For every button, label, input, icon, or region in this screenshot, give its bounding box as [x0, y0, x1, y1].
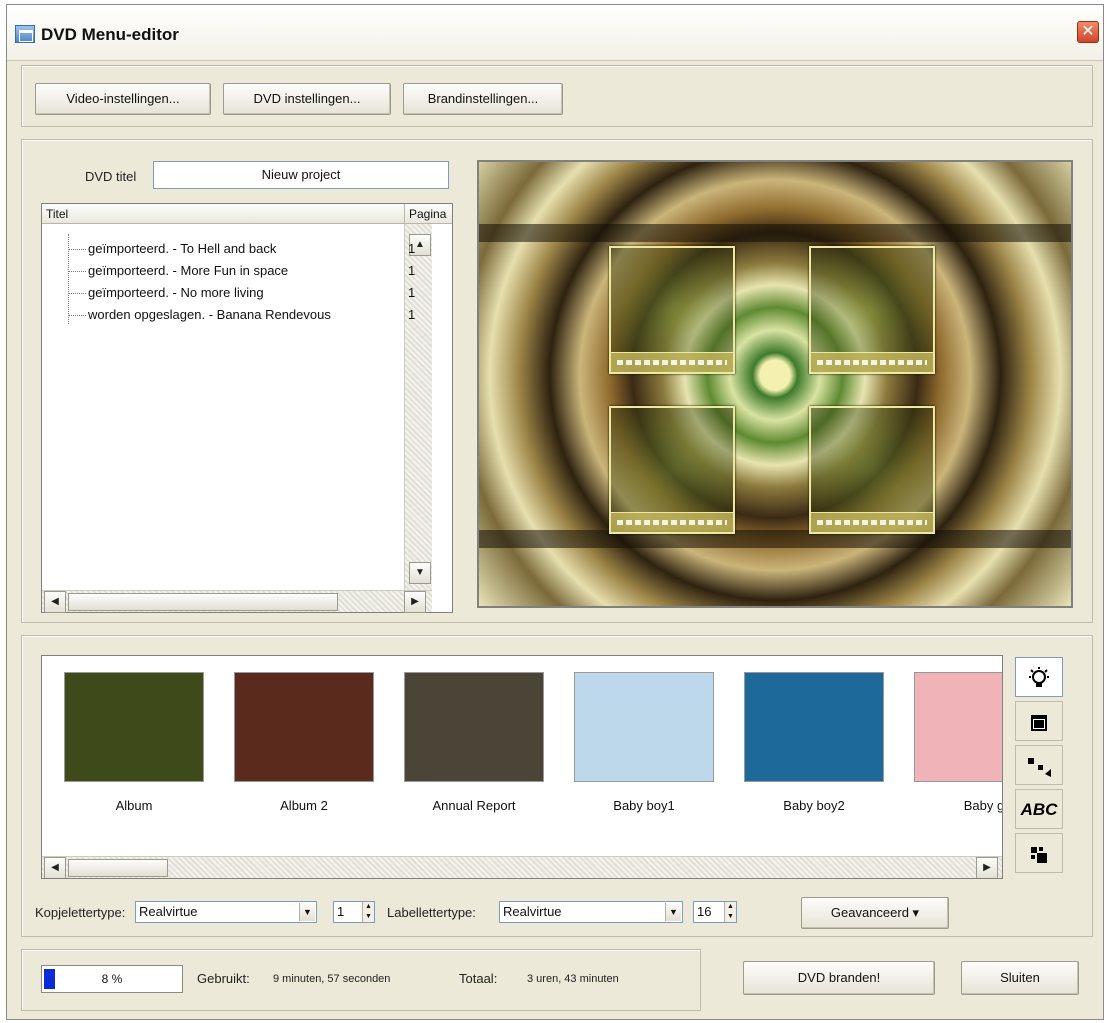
list-item[interactable]: geïmporteerd. - More Fun in space	[42, 260, 404, 282]
scroll-left-icon[interactable]: ◀	[44, 591, 66, 613]
grid-icon[interactable]	[1015, 833, 1063, 873]
title-bar: DVD Menu-editor ✕	[7, 5, 1103, 61]
scroll-down-icon[interactable]: ▼	[409, 562, 431, 584]
scroll-left-icon[interactable]: ◀	[44, 857, 66, 878]
chevron-down-icon[interactable]: ▼	[665, 903, 681, 921]
template-label: Album	[115, 798, 153, 813]
label-font-label: Labellettertype:	[387, 905, 476, 920]
stepper-arrows-icon[interactable]: ▲ ▼	[724, 902, 736, 922]
title-font-select[interactable]: Realvirtue ▼	[135, 901, 317, 923]
frame-icon[interactable]	[1015, 701, 1063, 741]
title-list[interactable]: Titel Pagina geïmporteerd. - To Hell and…	[41, 203, 453, 613]
used-label: Gebruikt:	[197, 971, 250, 986]
total-value: 3 uren, 43 minuten	[527, 973, 619, 985]
progress-text: 8 %	[101, 972, 123, 986]
list-item[interactable]: geïmporteerd. - No more living	[42, 282, 404, 304]
advanced-button[interactable]: Geavanceerd ▾	[801, 897, 949, 929]
app-icon	[15, 25, 35, 43]
bulb-icon[interactable]	[1015, 657, 1063, 697]
dvd-settings-button[interactable]: DVD instellingen...	[223, 83, 391, 115]
label-font-size-value: 16	[697, 904, 712, 919]
dvd-title-input[interactable]: Nieuw project	[153, 161, 449, 189]
preview-bottom-band	[479, 530, 1071, 548]
scroll-thumb[interactable]	[68, 593, 338, 611]
template-thumbnail-baby-boy1[interactable]	[574, 672, 714, 782]
tree-branch	[68, 293, 86, 294]
title-font-value: Realvirtue	[139, 904, 198, 919]
close-button[interactable]: Sluiten	[961, 961, 1079, 995]
window-title: DVD Menu-editor	[41, 25, 179, 44]
tool-palette: ABC	[1013, 657, 1065, 877]
title-list-vertical-scrollbar[interactable]: ▲ ▼	[404, 224, 432, 590]
menu-button-frame[interactable]	[609, 406, 735, 534]
burn-dvd-button[interactable]: DVD branden!	[743, 961, 935, 995]
chevron-down-icon[interactable]: ▼	[299, 903, 315, 921]
menu-button-frame[interactable]	[809, 406, 935, 534]
title-font-size-stepper[interactable]: 1 ▲ ▼	[333, 901, 375, 923]
template-label: Baby boy2	[783, 798, 845, 813]
used-value: 9 minuten, 57 seconden	[273, 973, 391, 985]
menu-button-label	[811, 512, 933, 532]
label-font-value: Realvirtue	[503, 904, 562, 919]
list-item[interactable]: worden opgeslagen. - Banana Rendevous	[42, 304, 404, 326]
template-gallery[interactable]: Album Album 2 Annual Report Baby boy1 Ba…	[41, 655, 1003, 879]
menu-button-frame[interactable]	[809, 246, 935, 374]
list-item-title: worden opgeslagen. - Banana Rendevous	[88, 307, 331, 322]
title-font-size-value: 1	[337, 904, 345, 919]
menu-preview[interactable]	[477, 160, 1073, 608]
scroll-right-icon[interactable]: ▶	[976, 857, 998, 878]
column-header-title[interactable]: Titel	[46, 207, 68, 221]
template-thumbnail-baby-boy2[interactable]	[744, 672, 884, 782]
list-item-page: 1	[408, 241, 416, 256]
preview-top-band	[479, 224, 1071, 242]
list-item-title: geïmporteerd. - No more living	[88, 285, 264, 300]
burn-settings-button[interactable]: Brandinstellingen...	[403, 83, 563, 115]
total-label: Totaal:	[459, 971, 498, 986]
arrows-icon[interactable]	[1015, 745, 1063, 785]
tree-branch	[68, 271, 86, 272]
scroll-thumb[interactable]	[68, 859, 168, 877]
dvd-menu-editor-window: DVD Menu-editor ✕ Video-instellingen... …	[6, 4, 1104, 1020]
list-item-page: 1	[408, 285, 416, 300]
label-font-size-stepper[interactable]: 16 ▲ ▼	[693, 901, 737, 923]
list-item-title: geïmporteerd. - To Hell and back	[88, 241, 277, 256]
tree-branch	[68, 315, 86, 316]
list-item-page: 1	[408, 307, 416, 322]
disc-usage-progress: 8 %	[41, 965, 183, 993]
template-label: Baby boy1	[613, 798, 675, 813]
template-label: Album 2	[280, 798, 328, 813]
title-list-horizontal-scrollbar[interactable]: ◀ ▶	[42, 590, 432, 613]
dvd-title-label: DVD titel	[85, 169, 137, 184]
menu-button-label	[611, 352, 733, 372]
template-thumbnail-album-2[interactable]	[234, 672, 374, 782]
list-item-page: 1	[408, 263, 416, 278]
template-label: Annual Report	[432, 798, 516, 813]
template-thumbnail-annual-report[interactable]	[404, 672, 544, 782]
template-thumbnail-baby-girl[interactable]	[914, 672, 1002, 782]
title-list-header: Titel Pagina	[42, 204, 452, 224]
list-item-title: geïmporteerd. - More Fun in space	[88, 263, 289, 278]
list-item[interactable]: geïmporteerd. - To Hell and back	[42, 238, 404, 260]
tree-branch	[68, 249, 86, 250]
template-horizontal-scrollbar[interactable]: ◀ ▶	[42, 856, 1002, 878]
stepper-arrows-icon[interactable]: ▲ ▼	[362, 902, 374, 922]
video-settings-button[interactable]: Video-instellingen...	[35, 83, 211, 115]
menu-button-label	[811, 352, 933, 372]
text-icon[interactable]: ABC	[1015, 789, 1063, 829]
title-font-label: Kopjelettertype:	[35, 905, 126, 920]
menu-button-frame[interactable]	[609, 246, 735, 374]
column-header-page[interactable]: Pagina	[404, 204, 454, 224]
scroll-right-icon[interactable]: ▶	[404, 591, 426, 613]
close-window-button[interactable]: ✕	[1077, 21, 1099, 43]
template-thumbnail-album[interactable]	[64, 672, 204, 782]
template-label: Baby g	[963, 798, 1003, 813]
label-font-select[interactable]: Realvirtue ▼	[499, 901, 683, 923]
menu-button-label	[611, 512, 733, 532]
